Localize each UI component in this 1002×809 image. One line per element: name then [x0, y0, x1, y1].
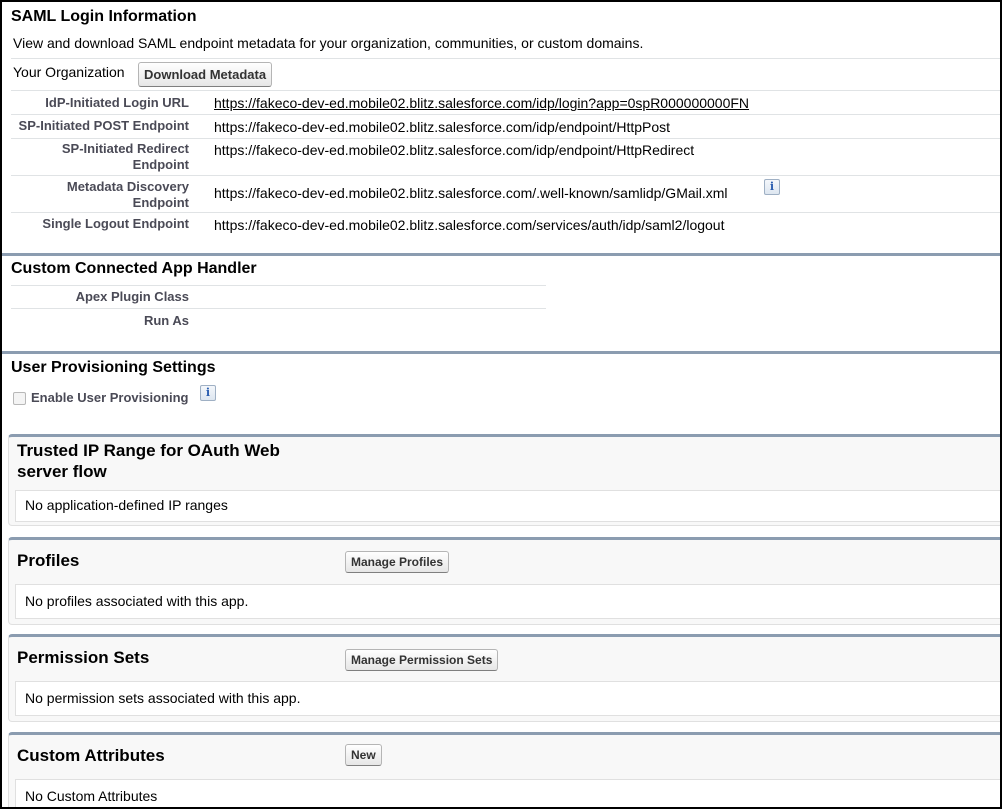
manage-permission-sets-button[interactable]: Manage Permission Sets: [345, 649, 499, 671]
profiles-empty-text: No profiles associated with this app.: [25, 593, 249, 609]
trusted-ip-range-panel: Trusted IP Range for OAuth Web server fl…: [8, 434, 1000, 526]
saml-section-title: SAML Login Information: [11, 8, 197, 25]
sp-redirect-endpoint-value: https://fakeco-dev-ed.mobile02.blitz.sal…: [214, 142, 695, 158]
info-icon[interactable]: i: [764, 179, 780, 195]
apex-plugin-class-label: Apex Plugin Class: [75, 289, 189, 304]
single-logout-endpoint-label: Single Logout Endpoint: [42, 216, 189, 231]
new-custom-attribute-button[interactable]: New: [345, 744, 382, 766]
your-organization-label: Your Organization: [13, 64, 125, 80]
idp-login-url-link[interactable]: https://fakeco-dev-ed.mobile02.blitz.sal…: [214, 95, 749, 111]
custom-attributes-panel: Custom Attributes New No Custom Attribut…: [8, 732, 1000, 807]
label-line: SP-Initiated Redirect: [61, 141, 189, 156]
download-metadata-button[interactable]: Download Metadata: [138, 62, 273, 87]
title-line: server flow: [17, 462, 107, 481]
label-line: Metadata Discovery: [66, 179, 189, 194]
single-logout-endpoint-value: https://fakeco-dev-ed.mobile02.blitz.sal…: [214, 217, 725, 233]
custom-attributes-empty-text: No Custom Attributes: [25, 788, 158, 804]
label-line: Endpoint: [132, 157, 189, 172]
enable-user-provisioning-label: Enable User Provisioning: [31, 390, 189, 405]
metadata-discovery-endpoint-value: https://fakeco-dev-ed.mobile02.blitz.sal…: [214, 185, 728, 201]
idp-login-url-label: IdP-Initiated Login URL: [45, 95, 189, 110]
divider: [11, 114, 1000, 115]
label-line: Endpoint: [132, 195, 189, 210]
saml-description: View and download SAML endpoint metadata…: [13, 35, 644, 51]
custom-attributes-title: Custom Attributes: [17, 746, 165, 765]
trusted-ip-range-empty-text: No application-defined IP ranges: [25, 497, 228, 513]
section-divider: [2, 351, 1000, 354]
trusted-ip-range-body: No application-defined IP ranges: [15, 490, 1000, 522]
permission-sets-panel: Permission Sets Manage Permission Sets N…: [8, 634, 1000, 722]
permission-sets-empty-text: No permission sets associated with this …: [25, 690, 301, 706]
section-divider: [2, 253, 1000, 256]
profiles-panel: Profiles Manage Profiles No profiles ass…: [8, 537, 1000, 625]
profiles-body: No profiles associated with this app.: [15, 584, 1000, 619]
page-frame: SAML Login Information View and download…: [0, 0, 1002, 809]
title-line: Trusted IP Range for OAuth Web: [17, 441, 280, 460]
metadata-discovery-endpoint-label: Metadata Discovery Endpoint: [11, 179, 189, 211]
provisioning-section-title: User Provisioning Settings: [11, 359, 216, 376]
run-as-label: Run As: [143, 313, 189, 328]
divider: [11, 90, 1000, 91]
permission-sets-body: No permission sets associated with this …: [15, 681, 1000, 716]
divider: [11, 285, 546, 286]
enable-user-provisioning-checkbox[interactable]: [13, 392, 26, 405]
manage-profiles-button[interactable]: Manage Profiles: [345, 551, 450, 573]
divider: [11, 138, 1000, 139]
sp-post-endpoint-value: https://fakeco-dev-ed.mobile02.blitz.sal…: [214, 119, 671, 135]
info-icon[interactable]: i: [200, 385, 216, 401]
handler-section-title: Custom Connected App Handler: [11, 260, 257, 277]
custom-attributes-body: No Custom Attributes: [15, 779, 1000, 807]
divider: [11, 58, 1000, 59]
divider: [11, 175, 1000, 176]
divider: [11, 212, 1000, 213]
sp-post-endpoint-label: SP-Initiated POST Endpoint: [18, 118, 189, 133]
sp-redirect-endpoint-label: SP-Initiated Redirect Endpoint: [11, 141, 189, 173]
divider: [11, 308, 546, 309]
trusted-ip-range-title: Trusted IP Range for OAuth Web server fl…: [17, 440, 280, 482]
profiles-title: Profiles: [17, 551, 80, 570]
permission-sets-title: Permission Sets: [17, 648, 150, 667]
